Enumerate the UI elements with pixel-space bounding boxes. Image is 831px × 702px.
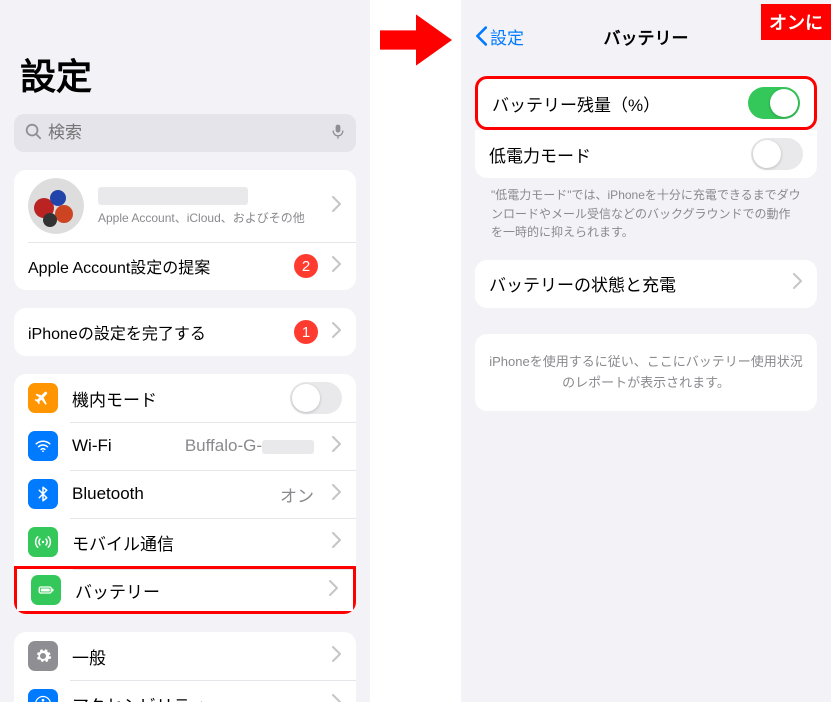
account-suggestion-label: Apple Account設定の提案 — [28, 254, 280, 278]
wifi-row[interactable]: Wi-Fi Buffalo-G- — [14, 422, 356, 470]
chevron-right-icon — [332, 256, 342, 277]
wifi-icon — [28, 431, 58, 461]
chevron-right-icon — [332, 646, 342, 667]
nav-title: バッテリー — [604, 24, 689, 49]
battery-icon — [31, 575, 61, 605]
dictation-icon[interactable] — [330, 122, 346, 145]
accessibility-icon — [28, 689, 58, 702]
search-input[interactable] — [48, 123, 324, 143]
row-label: バッテリー残量（%） — [492, 91, 734, 116]
antenna-icon — [28, 527, 58, 557]
bluetooth-value: オン — [280, 482, 314, 507]
row-label: バッテリーの状態と充電 — [489, 271, 779, 296]
battery-percentage-toggle[interactable] — [748, 87, 800, 119]
chevron-right-icon — [329, 580, 339, 601]
battery-usage-placeholder: iPhoneを使用するに従い、ここにバッテリー使用状況のレポートが表示されます。 — [475, 334, 817, 412]
badge: 1 — [294, 320, 318, 344]
back-button[interactable]: 設定 — [475, 24, 524, 49]
row-label: 機内モード — [72, 386, 276, 411]
finish-setup-row[interactable]: iPhoneの設定を完了する 1 — [14, 308, 356, 356]
bluetooth-row[interactable]: Bluetooth オン — [14, 470, 356, 518]
wifi-value: Buffalo-G- — [185, 436, 314, 456]
low-power-mode-row[interactable]: 低電力モード — [475, 130, 817, 178]
battery-settings-screen: オンに 設定 バッテリー バッテリー残量（%） 低電力モード "低電力モード"で… — [461, 0, 831, 702]
row-label: バッテリー — [75, 578, 315, 603]
row-label: Bluetooth — [72, 484, 266, 504]
chevron-right-icon — [332, 322, 342, 343]
gear-icon — [28, 641, 58, 671]
row-label: モバイル通信 — [72, 530, 318, 555]
account-name-redacted — [98, 187, 248, 205]
chevron-right-icon — [332, 196, 342, 217]
arrow-right-icon — [376, 0, 456, 80]
low-power-footnote: "低電力モード"では、iPhoneを十分に充電できるまでダウンロードやメール受信… — [475, 178, 817, 242]
search-icon — [24, 122, 42, 145]
battery-row[interactable]: バッテリー — [14, 566, 356, 614]
row-label: 一般 — [72, 644, 318, 669]
settings-root-screen: 設定 Apple Account、iCloud、およびその他 Apple Acc… — [0, 0, 370, 702]
avatar — [28, 178, 84, 234]
row-label: 低電力モード — [489, 142, 737, 167]
battery-percentage-row[interactable]: バッテリー残量（%） — [478, 79, 814, 127]
account-subtitle: Apple Account、iCloud、およびその他 — [98, 209, 318, 226]
battery-health-row[interactable]: バッテリーの状態と充電 — [475, 260, 817, 308]
chevron-right-icon — [332, 532, 342, 553]
chevron-right-icon — [332, 694, 342, 702]
accessibility-row[interactable]: アクセシビリティ — [14, 680, 356, 702]
bluetooth-icon — [28, 479, 58, 509]
badge: 2 — [294, 254, 318, 278]
row-label: アクセシビリティ — [72, 692, 318, 702]
low-power-toggle[interactable] — [751, 138, 803, 170]
account-suggestion-row[interactable]: Apple Account設定の提案 2 — [14, 242, 356, 290]
chevron-left-icon — [475, 26, 487, 46]
chevron-right-icon — [332, 484, 342, 505]
airplane-toggle[interactable] — [290, 382, 342, 414]
finish-setup-label: iPhoneの設定を完了する — [28, 320, 280, 344]
row-label: Wi-Fi — [72, 436, 171, 456]
airplane-mode-row[interactable]: 機内モード — [14, 374, 356, 422]
chevron-right-icon — [793, 273, 803, 294]
search-field[interactable] — [14, 114, 356, 152]
transition-arrow — [370, 0, 461, 80]
mobile-data-row[interactable]: モバイル通信 — [14, 518, 356, 566]
page-title: 設定 — [20, 48, 356, 100]
airplane-icon — [28, 383, 58, 413]
chevron-right-icon — [332, 436, 342, 457]
apple-account-row[interactable]: Apple Account、iCloud、およびその他 — [14, 170, 356, 242]
general-row[interactable]: 一般 — [14, 632, 356, 680]
back-label: 設定 — [490, 24, 524, 49]
